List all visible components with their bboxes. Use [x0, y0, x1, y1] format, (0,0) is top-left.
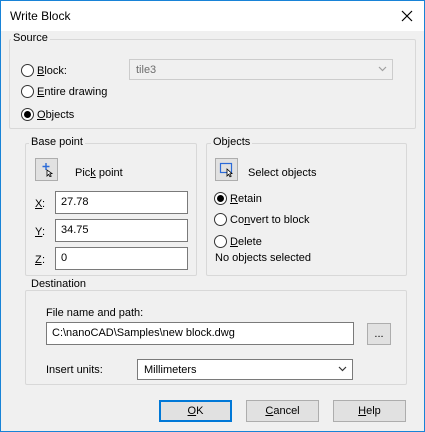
select-objects-label: Select objects — [248, 167, 317, 179]
radio-convert-indicator — [214, 213, 227, 226]
file-path-label: File name and path: — [46, 307, 144, 319]
select-objects-button[interactable] — [215, 158, 238, 181]
radio-delete-indicator — [214, 235, 227, 248]
help-button[interactable]: Help — [333, 400, 406, 422]
insert-units-value: Millimeters — [144, 363, 197, 376]
write-block-dialog: Write Block Source Block: tile3 Entire d… — [0, 0, 425, 432]
close-button[interactable] — [390, 1, 424, 31]
z-colon: : — [42, 254, 46, 266]
insert-units-select[interactable]: Millimeters — [137, 359, 353, 380]
radio-entire-drawing[interactable]: Entire drawing — [21, 85, 107, 98]
y-input[interactable]: 34.75 — [55, 219, 188, 242]
pick-point-label: Pick point — [75, 167, 123, 179]
radio-block-indicator — [21, 64, 34, 77]
close-icon — [401, 10, 413, 22]
radio-retain[interactable]: Retain — [214, 192, 262, 205]
title-bar: Write Block — [1, 1, 424, 31]
radio-delete[interactable]: Delete — [214, 235, 262, 248]
z-label: Z — [35, 254, 42, 266]
radio-delete-label: Delete — [230, 235, 262, 248]
radio-objects[interactable]: Objects — [21, 108, 74, 121]
x-input[interactable]: 27.78 — [55, 191, 188, 214]
dialog-title: Write Block — [10, 9, 71, 23]
chevron-down-icon — [338, 366, 347, 372]
radio-convert-to-block[interactable]: Convert to block — [214, 213, 310, 226]
objects-group-title: Objects — [211, 136, 253, 148]
radio-block[interactable]: Block: — [21, 64, 67, 77]
radio-entire-drawing-label: Entire drawing — [37, 85, 108, 98]
cancel-button[interactable]: Cancel — [246, 400, 319, 422]
objects-status: No objects selected — [215, 252, 311, 264]
select-objects-icon — [219, 162, 233, 177]
radio-entire-drawing-indicator — [21, 85, 34, 98]
radio-convert-label: Convert to block — [230, 213, 310, 226]
block-select-value: tile3 — [136, 63, 157, 76]
x-colon: : — [42, 198, 46, 210]
radio-block-label: Block: — [37, 64, 67, 77]
source-group-title: Source — [11, 32, 50, 44]
y-colon: : — [42, 226, 46, 238]
radio-objects-label: Objects — [37, 108, 75, 121]
radio-objects-indicator — [21, 108, 34, 121]
base-point-group-title: Base point — [29, 136, 85, 148]
pick-point-button[interactable] — [35, 158, 58, 181]
pick-point-icon — [42, 163, 54, 177]
block-select[interactable]: tile3 — [129, 59, 393, 80]
radio-retain-indicator — [214, 192, 227, 205]
z-input[interactable]: 0 — [55, 247, 188, 270]
ok-button[interactable]: OK — [159, 400, 232, 422]
destination-group-title: Destination — [29, 278, 89, 290]
radio-retain-label: Retain — [230, 192, 262, 205]
insert-units-label: Insert units: — [46, 364, 103, 376]
file-path-input[interactable]: C:\nanoCAD\Samples\new block.dwg — [46, 322, 354, 345]
chevron-down-icon — [378, 66, 387, 72]
browse-button[interactable]: ... — [367, 323, 391, 345]
